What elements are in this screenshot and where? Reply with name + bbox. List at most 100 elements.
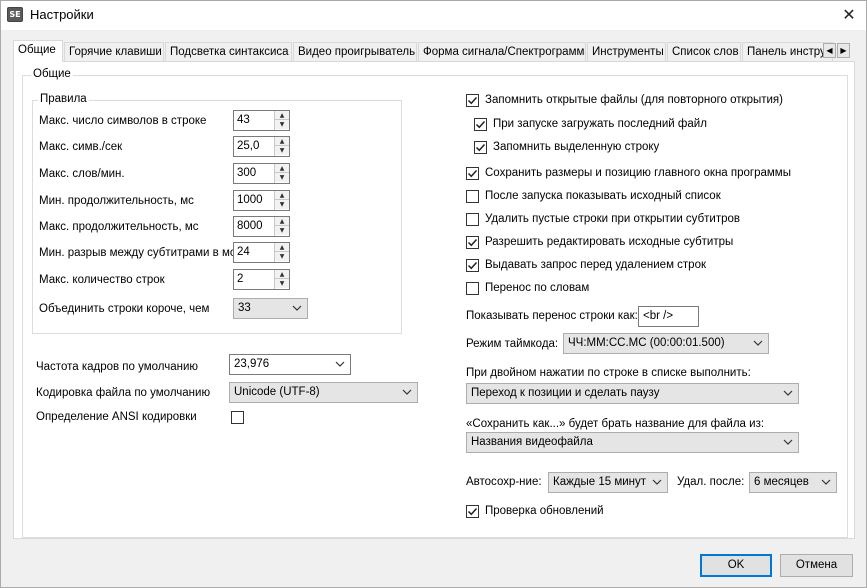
- autosave-label: Автосохр-ние:: [466, 476, 542, 488]
- rules-group: [32, 100, 402, 334]
- max-duration-label: Макс. продолжительность, мс: [39, 221, 199, 233]
- save-as-source-dropdown[interactable]: Названия видеофайла: [466, 432, 799, 453]
- tab-general[interactable]: Общие: [13, 40, 63, 62]
- combobox-value: 23,976: [234, 358, 270, 370]
- encoding-dropdown[interactable]: Unicode (UTF-8): [229, 382, 418, 403]
- tab-toolbar[interactable]: Панель инстру: [742, 42, 833, 62]
- ok-button[interactable]: OK: [700, 554, 772, 577]
- checkmark-icon: [467, 238, 478, 247]
- spinner-value: 43: [237, 114, 250, 126]
- tab-label: Видео проигрыватель: [298, 46, 416, 58]
- check-updates-label: Проверка обновлений: [485, 505, 604, 517]
- dropdown-value: 6 месяцев: [754, 476, 809, 488]
- frame-rate-combobox[interactable]: 23,976: [229, 354, 351, 375]
- chevron-down-icon: [652, 479, 662, 485]
- title-bar: SE Настройки ✕: [1, 1, 866, 30]
- delete-after-dropdown[interactable]: 6 месяцев: [749, 472, 837, 493]
- checkmark-icon: [475, 143, 486, 152]
- tab-label: Панель инстру: [747, 46, 826, 58]
- spin-down-icon[interactable]: ▼: [275, 252, 289, 261]
- window-title: Настройки: [30, 7, 94, 22]
- remove-empty-lines-checkbox[interactable]: [466, 213, 479, 226]
- delete-after-label: Удал. после:: [677, 476, 745, 488]
- spin-up-icon[interactable]: ▲: [275, 191, 289, 200]
- save-window-position-checkbox[interactable]: [466, 167, 479, 180]
- spinner-buttons: ▲ ▼: [274, 111, 289, 130]
- tab-label: Горячие клавиши: [69, 46, 162, 58]
- check-updates-checkbox[interactable]: [466, 505, 479, 518]
- spinner-buttons: ▲ ▼: [274, 137, 289, 156]
- tab-word-lists[interactable]: Список слов: [667, 42, 741, 62]
- dropdown-value: Переход к позиции и сделать паузу: [471, 387, 660, 399]
- spin-down-icon[interactable]: ▼: [275, 146, 289, 155]
- ansi-detect-checkbox[interactable]: [231, 411, 244, 424]
- dropdown-value: 33: [238, 302, 251, 314]
- spin-down-icon[interactable]: ▼: [275, 173, 289, 182]
- spinner-value: 2: [237, 273, 244, 285]
- checkmark-icon: [467, 507, 478, 516]
- tab-tools[interactable]: Инструменты: [587, 42, 666, 62]
- spin-up-icon[interactable]: ▲: [275, 111, 289, 120]
- max-cps-spinner[interactable]: 25,0 ▲ ▼: [233, 136, 290, 157]
- remember-selected-line-label: Запомнить выделенную строку: [493, 141, 660, 153]
- general-group-title: Общие: [31, 68, 73, 80]
- load-last-file-checkbox[interactable]: [474, 118, 487, 131]
- tab-hotkeys[interactable]: Горячие клавиши: [64, 42, 164, 62]
- tab-label: Общие: [18, 44, 56, 56]
- tab-scroll-left-icon[interactable]: ◀: [823, 43, 836, 58]
- tab-syntax-highlight[interactable]: Подсветка синтаксиса: [165, 42, 292, 62]
- merge-shorter-dropdown[interactable]: 33: [233, 298, 308, 319]
- tab-page-general: Общие Правила Макс. число символов в стр…: [13, 61, 855, 539]
- tab-scroll-right-icon[interactable]: ▶: [837, 43, 850, 58]
- autosave-dropdown[interactable]: Каждые 15 минут: [548, 472, 668, 493]
- spin-up-icon[interactable]: ▲: [275, 217, 289, 226]
- spinner-value: 8000: [237, 220, 263, 232]
- spinner-value: 1000: [237, 194, 263, 206]
- allow-edit-original-label: Разрешить редактировать исходные субтитр…: [485, 236, 734, 248]
- show-original-list-label: После запуска показывать исходный список: [485, 190, 721, 202]
- line-break-value: <br />: [643, 310, 674, 322]
- spin-down-icon[interactable]: ▼: [275, 226, 289, 235]
- spinner-buttons: ▲ ▼: [274, 164, 289, 183]
- max-chars-spinner[interactable]: 43 ▲ ▼: [233, 110, 290, 131]
- tab-waveform[interactable]: Форма сигнала/Спектрограмма: [418, 42, 586, 62]
- show-original-list-checkbox[interactable]: [466, 190, 479, 203]
- double-click-action-dropdown[interactable]: Переход к позиции и сделать паузу: [466, 383, 799, 404]
- prompt-delete-lines-checkbox[interactable]: [466, 259, 479, 272]
- dropdown-value: Каждые 15 минут: [553, 476, 647, 488]
- spin-down-icon[interactable]: ▼: [275, 279, 289, 288]
- spin-up-icon[interactable]: ▲: [275, 270, 289, 279]
- spin-down-icon[interactable]: ▼: [275, 200, 289, 209]
- line-break-input[interactable]: <br />: [638, 306, 699, 327]
- min-duration-label: Мин. продолжительность, мс: [39, 195, 194, 207]
- tab-label: Форма сигнала/Спектрограмма: [423, 46, 586, 58]
- save-window-position-label: Сохранить размеры и позицию главного окн…: [485, 167, 791, 179]
- chevron-down-icon: [292, 305, 302, 311]
- timecode-mode-dropdown[interactable]: ЧЧ:ММ:СС.МС (00:00:01.500): [563, 333, 769, 354]
- cancel-button[interactable]: Отмена: [780, 554, 853, 577]
- chevron-down-icon: [402, 389, 412, 395]
- min-gap-spinner[interactable]: 24 ▲ ▼: [233, 242, 290, 263]
- max-duration-spinner[interactable]: 8000 ▲ ▼: [233, 216, 290, 237]
- spin-down-icon[interactable]: ▼: [275, 120, 289, 129]
- close-icon[interactable]: ✕: [832, 1, 866, 30]
- max-wpm-spinner[interactable]: 300 ▲ ▼: [233, 163, 290, 184]
- line-break-label: Показывать перенос строки как:: [466, 310, 638, 322]
- word-wrap-checkbox[interactable]: [466, 282, 479, 295]
- spin-up-icon[interactable]: ▲: [275, 164, 289, 173]
- tab-label: Список слов: [672, 46, 739, 58]
- chevron-down-icon[interactable]: [335, 358, 345, 370]
- chevron-down-icon: [783, 390, 793, 396]
- allow-edit-original-checkbox[interactable]: [466, 236, 479, 249]
- max-cps-label: Макс. симв./сек: [39, 141, 123, 153]
- spin-up-icon[interactable]: ▲: [275, 243, 289, 252]
- spin-up-icon[interactable]: ▲: [275, 137, 289, 146]
- remember-files-checkbox[interactable]: [466, 94, 479, 107]
- dropdown-value: ЧЧ:ММ:СС.МС (00:00:01.500): [568, 337, 725, 349]
- tab-video-player[interactable]: Видео проигрыватель: [293, 42, 417, 62]
- remember-selected-line-checkbox[interactable]: [474, 141, 487, 154]
- min-duration-spinner[interactable]: 1000 ▲ ▼: [233, 190, 290, 211]
- dropdown-value: Названия видеофайла: [471, 436, 593, 448]
- spinner-value: 300: [237, 167, 257, 179]
- max-lines-spinner[interactable]: 2 ▲ ▼: [233, 269, 290, 290]
